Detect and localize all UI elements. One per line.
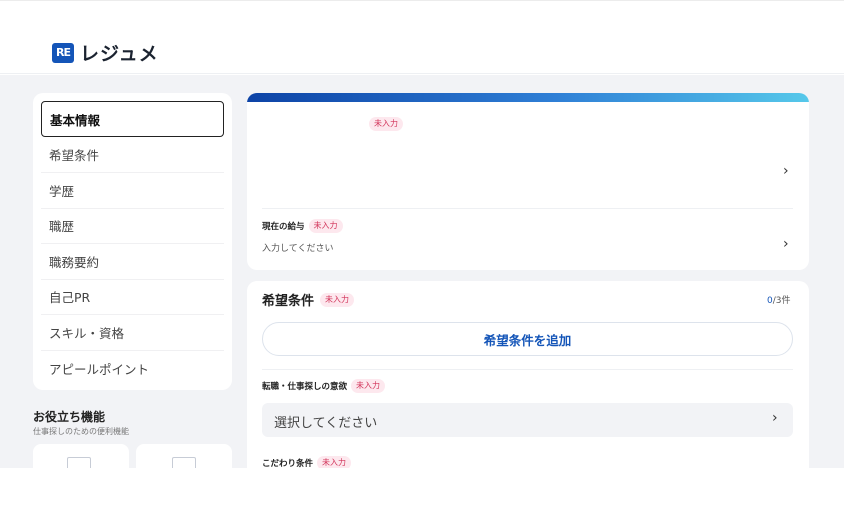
sidebar-item-preferences[interactable]: 希望条件 (41, 137, 224, 173)
preferences-title: 希望条件 (262, 294, 315, 309)
sidebar-item-work-history[interactable]: 職歴 (41, 208, 224, 244)
progress-gradient-bar (247, 93, 809, 102)
salary-placeholder[interactable]: 入力してください (262, 241, 333, 254)
divider (262, 369, 793, 370)
motivation-select-value: 選択してください (274, 416, 378, 431)
salary-status-badge: 未入力 (308, 219, 343, 233)
tools-title: お役立ち機能 (33, 410, 106, 424)
logo-text: レジュメ (80, 43, 159, 65)
motivation-header: 転職・仕事探しの意欲 未入力 (262, 379, 386, 393)
sidebar-item-appeal-points[interactable]: アピールポイント (41, 350, 224, 386)
preferences-card: 希望条件 未入力 0/3件 希望条件を追加 転職・仕事探しの意欲 未入力 選択し… (247, 281, 809, 481)
sidebar-item-skills[interactable]: スキル・資格 (41, 315, 224, 351)
preferences-count: 0/3件 (767, 296, 791, 306)
app-header: RE レジュメ (0, 0, 844, 74)
chevron-right-icon[interactable]: › (783, 236, 789, 252)
chevron-right-icon[interactable]: › (783, 163, 789, 179)
add-preference-button[interactable]: 希望条件を追加 (262, 322, 793, 356)
sidebar-item-self-pr[interactable]: 自己PR (41, 279, 224, 315)
logo-mark-icon: RE (52, 42, 74, 63)
status-badge: 未入力 (369, 117, 403, 131)
preferences-status-badge: 未入力 (320, 292, 355, 307)
sidebar-item-job-summary[interactable]: 職務要約 (41, 244, 224, 280)
chevron-right-icon: › (772, 410, 778, 426)
motivation-select[interactable]: 選択してください › (262, 403, 793, 437)
bottom-mask (0, 468, 844, 521)
sidebar-item-basic-info[interactable]: 基本情報 (41, 101, 224, 137)
preferences-header: 希望条件 未入力 (262, 290, 355, 309)
motivation-label: 転職・仕事探しの意欲 (262, 382, 348, 392)
resume-sidebar-nav: 基本情報 希望条件 学歴 職歴 職務要約 自己PR スキル・資格 アピールポイン… (33, 93, 232, 390)
tools-subtitle: 仕事探しのための便利機能 (33, 427, 129, 436)
sidebar-item-education[interactable]: 学歴 (41, 173, 224, 209)
basic-info-card: 未入力 › 現在の給与 未入力 入力してください › (247, 93, 809, 270)
motivation-status-badge: 未入力 (351, 379, 386, 393)
logo[interactable]: RE レジュメ (52, 39, 159, 66)
salary-label: 現在の給与 (262, 222, 305, 232)
divider (262, 208, 793, 209)
salary-row-header: 現在の給与 未入力 (262, 219, 343, 233)
